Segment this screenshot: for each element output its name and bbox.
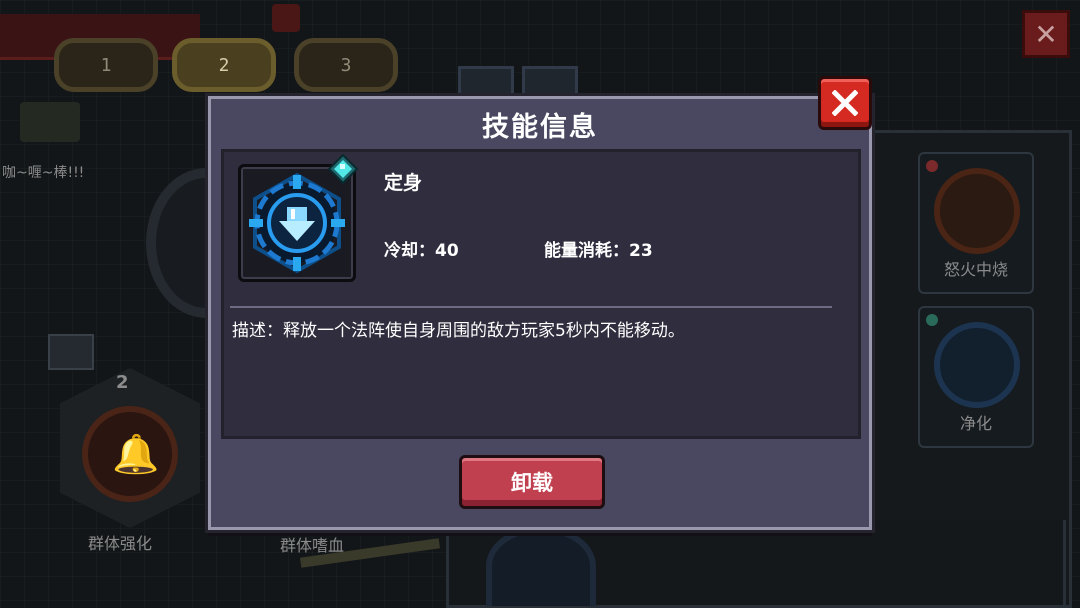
background-close-button[interactable]: ✕ (1022, 10, 1070, 58)
energy-cost-label: 能量消耗： (544, 241, 629, 261)
dialog-close-button[interactable] (818, 76, 872, 130)
fist-icon (934, 322, 1020, 408)
bell-icon: 🔔 (112, 432, 160, 476)
gem-icon (328, 154, 358, 184)
skill-info-panel: 定身 冷却：40 能量消耗：23 描述：释放一个法阵使自身周围的敌方玩家5秒内不… (221, 149, 861, 439)
dialog-title: 技能信息 (482, 112, 598, 143)
energy-cost-value: 23 (629, 241, 653, 261)
divider (230, 306, 832, 308)
skill-card-rage[interactable]: 怒火中烧 (918, 152, 1034, 294)
bottom-skill-ring[interactable] (486, 526, 596, 606)
cooldown-label: 冷却： (384, 241, 435, 261)
skill-card-label: 怒火中烧 (943, 260, 1008, 279)
skill-card-purify[interactable]: 净化 (918, 306, 1034, 448)
skill-info-dialog: 技能信息 定身 冷却：40 能量消耗：23 描述：释放一个法阵使自身周围的敌方玩… (208, 96, 872, 530)
unload-button[interactable]: 卸载 (459, 455, 605, 509)
slot-tag-icon (48, 334, 94, 370)
cooldown-value: 40 (435, 241, 459, 261)
immobilize-rune-icon (249, 172, 345, 274)
slot-tab-2[interactable]: 2 (172, 38, 276, 92)
chat-text: 咖~喱~棒!!! (2, 165, 85, 181)
red-gem-icon (272, 4, 300, 32)
close-icon (832, 90, 858, 116)
nature-type-icon (926, 314, 938, 326)
slot-tab-1[interactable]: 1 (54, 38, 158, 92)
skill-level-badge: 2 (116, 372, 129, 393)
slot-tab-3[interactable]: 3 (294, 38, 398, 92)
cooldown-stat: 冷却：40 (384, 236, 459, 261)
fire-type-icon (926, 160, 938, 172)
skill-name: 定身 (384, 172, 423, 194)
left-skill-label: 群体强化 (88, 534, 153, 553)
skill-card-label: 净化 (959, 414, 992, 433)
flame-burst-icon (934, 168, 1020, 254)
skill-description: 描述：释放一个法阵使自身周围的敌方玩家5秒内不能移动。 (232, 321, 685, 341)
energy-cost-stat: 能量消耗：23 (544, 236, 653, 261)
player-avatar (20, 102, 80, 142)
